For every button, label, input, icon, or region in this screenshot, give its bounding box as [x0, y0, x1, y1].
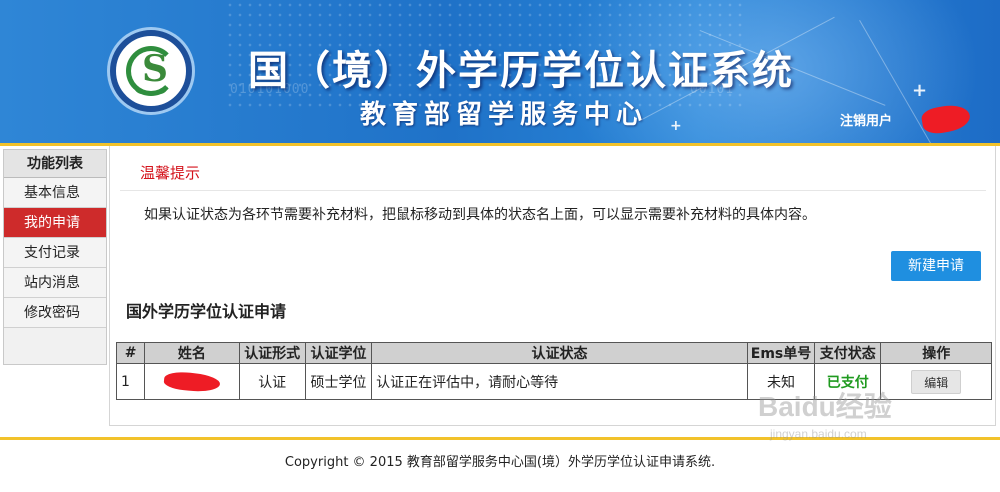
column-header-degree: 认证学位 — [304, 342, 373, 364]
sidebar-item-payment-records[interactable]: 支付记录 — [4, 238, 106, 268]
cell-degree: 硕士学位 — [304, 363, 373, 400]
cell-status[interactable]: 认证正在评估中，请耐心等待 — [371, 363, 748, 400]
sidebar-item-basic-info[interactable]: 基本信息 — [4, 178, 106, 208]
tip-title: 温馨提示 — [140, 164, 201, 182]
cell-form: 认证 — [238, 363, 306, 400]
column-header-name: 姓名 — [144, 342, 240, 364]
watermark-sub: jingyan.baidu.com — [770, 427, 867, 441]
sidebar-heading: 功能列表 — [4, 150, 106, 178]
logo-icon: S — [110, 30, 192, 112]
column-header-index: # — [115, 342, 146, 364]
sidebar-item-change-password[interactable]: 修改密码 — [4, 298, 106, 328]
divider — [120, 190, 986, 191]
cell-action: 编辑 — [880, 363, 992, 400]
tip-text: 如果认证状态为各环节需要补充材料，把鼠标移动到具体的状态名上面，可以显示需要补充… — [144, 207, 816, 223]
column-header-pay-status: 支付状态 — [814, 342, 882, 364]
table-header-row: # 姓名 认证形式 认证学位 认证状态 Ems单号 支付状态 操作 — [115, 342, 992, 364]
column-header-ems: Ems单号 — [746, 342, 816, 364]
sparkle-icon: + — [912, 80, 928, 101]
edit-button[interactable]: 编辑 — [911, 369, 962, 394]
header-banner: 010101000 00101 + + + S 国（境）外学历学位认证系统 教育… — [0, 0, 1000, 143]
sidebar: 功能列表 基本信息 我的申请 支付记录 站内消息 修改密码 — [3, 149, 107, 365]
footer-copyright: Copyright © 2015 教育部留学服务中心国(境）外学历学位认证申请系… — [284, 455, 716, 470]
column-header-action: 操作 — [880, 342, 992, 364]
column-header-form: 认证形式 — [238, 342, 306, 364]
new-application-button[interactable]: 新建申请 — [891, 251, 981, 281]
redacted-name — [163, 369, 221, 394]
cell-index: 1 — [115, 363, 146, 400]
cell-name — [144, 363, 240, 400]
sidebar-item-messages[interactable]: 站内消息 — [4, 268, 106, 298]
section-title: 国外学历学位认证申请 — [126, 302, 287, 321]
logout-link[interactable]: 注销用户 — [840, 110, 892, 129]
watermark-main: Baidu经验 — [758, 391, 892, 422]
column-header-status: 认证状态 — [371, 342, 748, 364]
sidebar-item-my-applications[interactable]: 我的申请 — [4, 208, 106, 238]
watermark: Baidu经验 jingyan.baidu.com — [758, 385, 892, 441]
system-title: 国（境）外学历学位认证系统 — [248, 47, 794, 94]
sparkle-icon: + — [670, 118, 682, 134]
main-panel: 温馨提示 如果认证状态为各环节需要补充材料，把鼠标移动到具体的状态名上面，可以显… — [109, 146, 996, 426]
org-subtitle: 教育部留学服务中心 — [360, 100, 649, 130]
